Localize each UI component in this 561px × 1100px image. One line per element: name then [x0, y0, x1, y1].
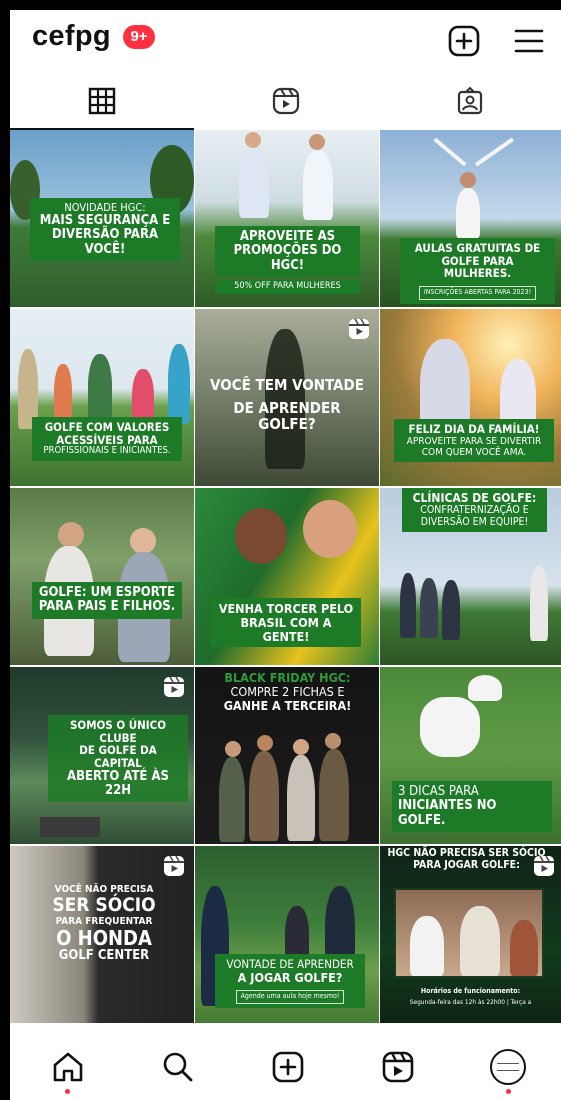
reel-indicator-icon	[162, 675, 186, 699]
post-caption: VENHA TORCER PELO BRASIL COM A GENTE!	[211, 598, 361, 648]
instagram-profile-screen: cefpg 9+ NOVIDADE HGC: MAIS SEGURANÇA E DI…	[10, 10, 561, 1100]
post-caption: FELIZ DIA DA FAMÍLIA! APROVEITE PARA SE D…	[394, 419, 554, 462]
reel-indicator-icon	[347, 317, 371, 341]
tab-tagged[interactable]	[378, 72, 561, 130]
nav-reels[interactable]	[380, 1049, 416, 1085]
reels-icon	[272, 87, 300, 115]
nav-home[interactable]	[50, 1049, 86, 1085]
notification-badge[interactable]: 9+	[123, 25, 155, 49]
post-caption: HGC NÃO PRECISA SER SÓCIO PARA JOGAR GOL…	[387, 847, 546, 871]
post-caption: CLÍNICAS DE GOLFE: CONFRATERNIZAÇÃO E DIVE…	[402, 488, 547, 533]
post-caption: SOMOS O ÚNICO CLUBE DE GOLFE DA CAPITAL AB…	[48, 715, 188, 803]
profile-notification-dot	[506, 1089, 511, 1094]
post-tile[interactable]: NOVIDADE HGC: MAIS SEGURANÇA E DIVERSÃO PA…	[10, 130, 194, 307]
post-tile[interactable]: APROVEITE AS PROMOÇÕES DO HGC! 50% OFF PA…	[195, 130, 379, 307]
tab-reels[interactable]	[194, 72, 378, 130]
add-icon	[272, 1051, 304, 1083]
reel-indicator-icon	[532, 854, 556, 878]
post-caption: VONTADE DE APRENDER A JOGAR GOLFE? Agende…	[215, 954, 365, 1009]
post-caption: GOLFE COM VALORES ACESSÍVEIS PARA PROFISSI…	[32, 417, 182, 461]
reels-icon	[382, 1051, 414, 1083]
post-tile[interactable]: GOLFE COM VALORES ACESSÍVEIS PARA PROFISSI…	[10, 309, 194, 486]
profile-tabs	[10, 72, 561, 130]
post-caption: GOLFE: UM ESPORTE PARA PAIS E FILHOS.	[32, 582, 182, 619]
post-tile[interactable]: 3 DICAS PARA INICIANTES NO GOLFE.	[380, 667, 561, 844]
post-tile[interactable]: AULAS GRATUITAS DE GOLFE PARA MULHERES. I…	[380, 130, 561, 307]
search-icon	[163, 1052, 193, 1082]
profile-header: cefpg 9+	[10, 10, 561, 72]
nav-search[interactable]	[160, 1049, 196, 1085]
post-tile[interactable]: BLACK FRIDAY HGC: COMPRE 2 FICHAS E GANH…	[195, 667, 379, 844]
nav-create[interactable]	[270, 1049, 306, 1085]
post-tile[interactable]: HGC NÃO PRECISA SER SÓCIO PARA JOGAR GOL…	[380, 846, 561, 1023]
post-caption: 3 DICAS PARA INICIANTES NO GOLFE.	[392, 781, 552, 832]
grid-icon	[88, 87, 116, 115]
add-icon[interactable]	[447, 24, 481, 58]
profile-username[interactable]: cefpg	[32, 20, 111, 53]
post-tile[interactable]: FELIZ DIA DA FAMÍLIA! APROVEITE PARA SE D…	[380, 309, 561, 486]
avatar-logo	[497, 1063, 519, 1071]
menu-icon[interactable]	[512, 24, 546, 58]
post-caption: NOVIDADE HGC: MAIS SEGURANÇA E DIVERSÃO PA…	[30, 198, 180, 261]
post-caption: BLACK FRIDAY HGC: COMPRE 2 FICHAS E GANH…	[223, 670, 352, 713]
posts-grid: NOVIDADE HGC: MAIS SEGURANÇA E DIVERSÃO PA…	[10, 130, 561, 1035]
tagged-icon	[457, 86, 483, 115]
post-tile[interactable]: CLÍNICAS DE GOLFE: CONFRATERNIZAÇÃO E DIVE…	[380, 488, 561, 665]
post-caption: APROVEITE AS PROMOÇÕES DO HGC! 50% OFF PA…	[215, 226, 360, 294]
home-icon	[53, 1052, 83, 1082]
bottom-navigation	[10, 1035, 561, 1100]
home-notification-dot	[65, 1089, 70, 1094]
post-tile[interactable]: SOMOS O ÚNICO CLUBE DE GOLFE DA CAPITAL AB…	[10, 667, 194, 844]
post-tile[interactable]: GOLFE: UM ESPORTE PARA PAIS E FILHOS.	[10, 488, 194, 665]
post-tile[interactable]: VENHA TORCER PELO BRASIL COM A GENTE!	[195, 488, 379, 665]
post-tile[interactable]: VOCÊ NÃO PRECISA SER SÓCIO PARA FREQUENT…	[10, 846, 194, 1023]
post-tile[interactable]: VONTADE DE APRENDER A JOGAR GOLFE? Agende…	[195, 846, 379, 1023]
post-caption: VOCÊ NÃO PRECISA SER SÓCIO PARA FREQUENT…	[52, 884, 156, 963]
post-hours-text: Horários de funcionamento: Segunda-feira…	[409, 987, 532, 1006]
post-tile[interactable]: VOCÊ TEM VONTADE DE APRENDER GOLFE?	[195, 309, 379, 486]
nav-profile-avatar[interactable]	[490, 1049, 526, 1085]
post-caption: AULAS GRATUITAS DE GOLFE PARA MULHERES. I…	[400, 238, 555, 304]
post-caption: VOCÊ TEM VONTADE DE APRENDER GOLFE?	[210, 376, 364, 433]
reel-indicator-icon	[162, 854, 186, 878]
tab-posts-grid[interactable]	[10, 72, 194, 130]
